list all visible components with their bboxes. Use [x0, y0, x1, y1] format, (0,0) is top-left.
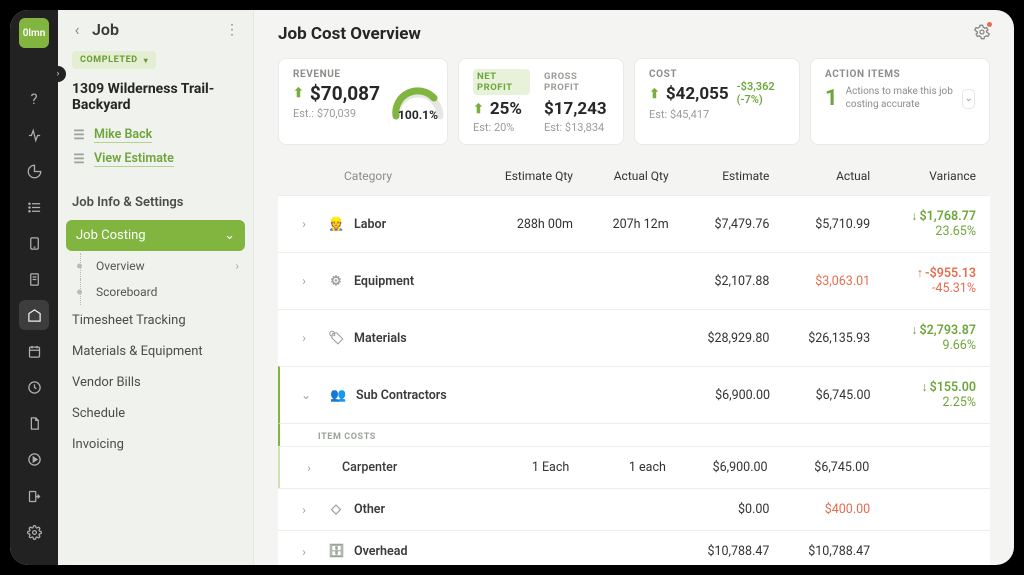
- time-icon[interactable]: [19, 372, 49, 402]
- entity-kind: Job: [92, 20, 119, 39]
- subcontractors-icon: 👥: [330, 388, 346, 403]
- page-title: Job Cost Overview: [278, 24, 421, 44]
- document-icon[interactable]: [19, 408, 49, 438]
- sidebar-item-vendor[interactable]: Vendor Bills: [58, 367, 253, 398]
- row-carpenter[interactable]: › Carpenter 1 Each 1 each $6,900.00 $6,7…: [278, 446, 990, 488]
- expand-icon[interactable]: ›: [286, 503, 322, 517]
- metrics-icon[interactable]: [19, 156, 49, 186]
- expand-icon[interactable]: ›: [286, 217, 322, 231]
- sidebar-item-job-costing[interactable]: Job Costing ⌄: [66, 220, 245, 251]
- action-count: 1: [825, 86, 838, 111]
- materials-icon: 🏷: [328, 331, 344, 346]
- row-labor[interactable]: › 👷Labor 288h 00m 207h 12m $7,479.76 $5,…: [278, 195, 990, 252]
- activity-icon[interactable]: [19, 120, 49, 150]
- revenue-gauge: 100.1%: [390, 86, 446, 120]
- down-arrow-icon: ↓: [921, 380, 927, 395]
- row-subcontractors[interactable]: ⌄ 👥Sub Contractors $6,900.00 $6,745.00 ↓…: [278, 366, 990, 423]
- gross-profit-tab[interactable]: GROSS PROFIT: [540, 69, 609, 95]
- contact-icon: ☰: [72, 128, 86, 142]
- table-header: Category Estimate Qty Actual Qty Estimat…: [278, 159, 990, 195]
- brand-logo: 0lmn: [19, 18, 49, 48]
- up-arrow-icon: ⬆: [293, 86, 304, 101]
- action-items-card: ACTION ITEMS 1 Actions to make this job …: [810, 58, 990, 145]
- main-content: Job Cost Overview REVENUE ⬆$70,087 Est.:…: [254, 10, 1014, 565]
- tablet-icon[interactable]: [19, 228, 49, 258]
- settings-icon[interactable]: [19, 517, 49, 547]
- net-profit-tab[interactable]: NET PROFIT: [473, 69, 530, 95]
- back-button[interactable]: ‹: [68, 20, 86, 39]
- row-materials[interactable]: › 🏷Materials $28,929.80 $26,135.93 ↓$2,7…: [278, 309, 990, 366]
- expand-icon[interactable]: ›: [286, 331, 322, 345]
- action-expand-button[interactable]: ⌄: [962, 89, 975, 109]
- equipment-icon: ⚙: [328, 274, 344, 289]
- sidebar-item-timesheet[interactable]: Timesheet Tracking: [58, 305, 253, 336]
- calendar-icon[interactable]: [19, 336, 49, 366]
- up-arrow-icon: ⬆: [649, 87, 660, 102]
- help-icon[interactable]: ?: [19, 84, 49, 114]
- sidebar-item-materials[interactable]: Materials & Equipment: [58, 336, 253, 367]
- job-contact-link[interactable]: ☰ Mike Back: [58, 123, 253, 147]
- up-arrow-icon: ↑: [917, 266, 923, 281]
- file-icon[interactable]: [19, 264, 49, 294]
- action-text: Actions to make this job costing accurat…: [846, 86, 955, 111]
- job-costing-icon[interactable]: [19, 300, 49, 330]
- view-estimate-link[interactable]: ☰ View Estimate: [58, 147, 253, 171]
- sidebar-item-invoicing[interactable]: Invoicing: [58, 429, 253, 460]
- cost-table: Category Estimate Qty Actual Qty Estimat…: [278, 159, 990, 565]
- exit-icon[interactable]: [19, 481, 49, 511]
- other-icon: ◇: [328, 502, 344, 517]
- row-equipment[interactable]: › ⚙Equipment $2,107.88 $3,063.01 ↑-$955.…: [278, 252, 990, 309]
- chevron-right-icon: ›: [235, 259, 239, 273]
- row-other[interactable]: › ◇Other $0.00 $400.00: [278, 488, 990, 530]
- row-overhead[interactable]: › 🗄Overhead $10,788.47 $10,788.47: [278, 530, 990, 565]
- rail-expand-toggle[interactable]: ›: [50, 66, 66, 82]
- estimate-icon: ☰: [72, 152, 86, 166]
- sidebar-item-job-info[interactable]: Job Info & Settings: [58, 187, 253, 218]
- job-menu-button[interactable]: ⋮: [225, 22, 239, 38]
- sidebar-sub-overview[interactable]: Overview ›: [58, 253, 253, 279]
- down-arrow-icon: ↓: [911, 209, 917, 224]
- up-arrow-icon: ⬆: [473, 102, 484, 117]
- job-sidebar: ‹ Job ⋮ COMPLETED 1309 Wilderness Trail-…: [58, 10, 254, 565]
- sidebar-sub-scoreboard[interactable]: Scoreboard: [58, 279, 253, 305]
- down-arrow-icon: ↓: [911, 323, 917, 338]
- chevron-down-icon: ⌄: [224, 228, 235, 243]
- labor-icon: 👷: [328, 217, 344, 232]
- cost-delta: -$3,362 (-7%): [737, 80, 785, 106]
- play-icon[interactable]: [19, 444, 49, 474]
- job-title: 1309 Wilderness Trail-Backyard: [58, 81, 253, 123]
- app-rail: 0lmn › ?: [10, 10, 58, 565]
- overhead-icon: 🗄: [328, 544, 344, 559]
- expand-icon[interactable]: ›: [286, 274, 322, 288]
- cost-card: COST ⬆$42,055 -$3,362 (-7%) Est: $45,417: [634, 58, 800, 145]
- revenue-card: REVENUE ⬆$70,087 Est.: $70,039 100.1%: [278, 58, 448, 145]
- expand-icon[interactable]: ›: [280, 461, 316, 475]
- metric-cards: REVENUE ⬆$70,087 Est.: $70,039 100.1% NE…: [278, 58, 990, 145]
- item-costs-label: ITEM COSTS: [278, 423, 990, 446]
- page-settings-button[interactable]: [974, 24, 990, 44]
- sidebar-item-schedule[interactable]: Schedule: [58, 398, 253, 429]
- collapse-icon[interactable]: ⌄: [288, 388, 324, 402]
- expand-icon[interactable]: ›: [286, 545, 322, 559]
- profit-card: NET PROFIT GROSS PROFIT ⬆25% Est: 20% $1…: [458, 58, 624, 145]
- list-icon[interactable]: [19, 192, 49, 222]
- status-chip[interactable]: COMPLETED: [72, 51, 156, 69]
